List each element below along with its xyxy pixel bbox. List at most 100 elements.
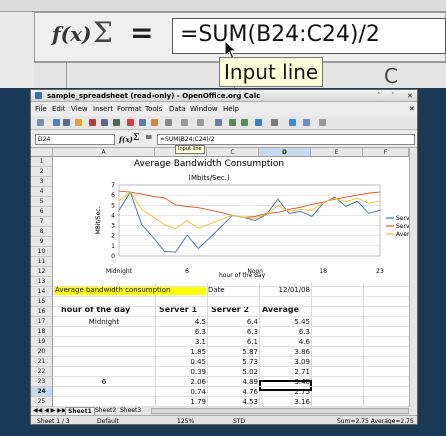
hyperlink-icon[interactable]	[215, 119, 222, 126]
redo-icon[interactable]	[197, 119, 204, 126]
row-header-12[interactable]: 12	[31, 267, 53, 277]
row-header-15[interactable]: 15	[31, 297, 53, 307]
row-header-5[interactable]: 5	[31, 197, 53, 207]
row-header-13[interactable]: 13	[31, 277, 53, 287]
paste-icon[interactable]	[151, 119, 158, 126]
row-header-16[interactable]: 16	[31, 307, 53, 317]
menu-help[interactable]: Help	[223, 103, 239, 115]
row-header-18[interactable]: 18	[31, 327, 53, 337]
row-header-2[interactable]: 2	[31, 167, 53, 177]
cell-b25[interactable]: 1.79	[156, 398, 206, 406]
menu-window[interactable]: Window	[190, 103, 218, 115]
menu-tools[interactable]: Tools	[145, 103, 162, 115]
function-wizard-small-icon[interactable]: f(x)	[119, 135, 133, 144]
cell-c24[interactable]: 4.76	[208, 388, 258, 396]
show-draw-icon[interactable]	[271, 119, 278, 126]
row-header-6[interactable]: 6	[31, 207, 53, 217]
cell-b18[interactable]: 6.3	[156, 328, 206, 336]
gallery-icon[interactable]	[303, 119, 310, 126]
chart-object[interactable]: Average Bandwidth Consumption (Mbits/Sec…	[54, 158, 409, 283]
select-all-corner[interactable]	[31, 148, 53, 157]
name-box[interactable]: D24	[35, 134, 115, 145]
copy-icon[interactable]	[139, 119, 146, 126]
clone-format-icon[interactable]	[165, 119, 172, 126]
cell-d25[interactable]: 3.16	[260, 398, 310, 406]
row-header-9[interactable]: 9	[31, 237, 53, 247]
menu-format[interactable]: Format	[117, 103, 142, 115]
close-window-icon[interactable]: ✕	[407, 90, 413, 102]
cell-a23[interactable]: 6	[54, 378, 154, 386]
cell-c19[interactable]: 6.1	[208, 338, 258, 346]
cell-c17[interactable]: 6.4	[208, 318, 258, 326]
close-document-icon[interactable]: ✕	[409, 103, 415, 115]
cell-c20[interactable]: 5.87	[208, 348, 258, 356]
col-header-a[interactable]: A	[53, 148, 155, 157]
navigator-icon[interactable]	[289, 119, 296, 126]
row-header-4[interactable]: 4	[31, 187, 53, 197]
row-header-7[interactable]: 7	[31, 217, 53, 227]
col-header-d[interactable]: D	[259, 148, 311, 157]
cell-b23[interactable]: 2.06	[156, 378, 206, 386]
cell-a14[interactable]: Average bandwidth consumption	[54, 286, 206, 295]
spreadsheet-grid[interactable]: A B C D E F 1234567891011121314151617181…	[31, 148, 417, 408]
row-header-21[interactable]: 21	[31, 357, 53, 367]
cell-c18[interactable]: 6.3	[208, 328, 258, 336]
sum-small-icon[interactable]: Σ	[133, 133, 139, 143]
cell-c25[interactable]: 4.53	[208, 398, 258, 406]
cell-c14[interactable]: Date	[208, 286, 225, 295]
cell-a17[interactable]: Midnight	[54, 318, 154, 326]
open-icon[interactable]	[53, 119, 60, 126]
undo-icon[interactable]	[181, 119, 188, 126]
col-header-c[interactable]: C	[207, 148, 259, 157]
cell-d17[interactable]: 5.45	[260, 318, 310, 326]
cut-icon[interactable]	[127, 119, 134, 126]
menu-file[interactable]: File	[35, 103, 47, 115]
menu-view[interactable]: View	[71, 103, 88, 115]
input-line[interactable]: =SUM(B24:C24)/2	[157, 134, 415, 145]
maximize-icon[interactable]: ˇ	[391, 90, 395, 102]
cell-c21[interactable]: 5.73	[208, 358, 258, 366]
menu-insert[interactable]: Insert	[93, 103, 113, 115]
row-header-17[interactable]: 17	[31, 317, 53, 327]
row-header-14[interactable]: 14	[31, 287, 53, 297]
row-header-10[interactable]: 10	[31, 247, 53, 257]
status-mode[interactable]: STD	[233, 416, 245, 424]
status-zoom[interactable]: 125%	[177, 416, 194, 424]
row-header-22[interactable]: 22	[31, 367, 53, 377]
export-pdf-icon[interactable]	[89, 119, 96, 126]
tab-sheet3[interactable]: Sheet3	[118, 407, 143, 415]
menu-edit[interactable]: Edit	[52, 103, 66, 115]
cell-b24[interactable]: 0.74	[156, 388, 206, 396]
cell-c22[interactable]: 5.02	[208, 368, 258, 376]
menu-data[interactable]: Data	[169, 103, 186, 115]
print-icon[interactable]	[101, 119, 108, 126]
cell-b22[interactable]: 0.39	[156, 368, 206, 376]
row-header-24[interactable]: 24	[31, 387, 53, 397]
row-header-25[interactable]: 25	[31, 397, 53, 407]
cell-d18[interactable]: 6.3	[260, 328, 310, 336]
help-icon[interactable]	[319, 119, 326, 126]
cell-d21[interactable]: 3.09	[260, 358, 310, 366]
edit-file-icon[interactable]	[75, 119, 82, 126]
tab-scroll-icons[interactable]: ◀◀ ◀ ▶ ▶▶	[33, 407, 66, 415]
chart-icon[interactable]	[255, 119, 262, 126]
cell-d14[interactable]: 12/01/08	[260, 286, 310, 295]
col-header-f[interactable]: F	[363, 148, 409, 157]
row-header-1[interactable]: 1	[31, 157, 53, 167]
row-header-8[interactable]: 8	[31, 227, 53, 237]
minimize-icon[interactable]: ˆ	[377, 90, 381, 102]
save-icon[interactable]	[63, 119, 70, 126]
row-header-20[interactable]: 20	[31, 347, 53, 357]
row-header-11[interactable]: 11	[31, 257, 53, 267]
spellcheck-icon[interactable]	[113, 119, 120, 126]
col-header-e[interactable]: E	[311, 148, 363, 157]
cell-c23[interactable]: 4.89	[208, 378, 258, 386]
cell-b21[interactable]: 0.45	[156, 358, 206, 366]
function-small-icon[interactable]: =	[145, 133, 153, 143]
cell-b17[interactable]: 4.5	[156, 318, 206, 326]
sum-icon[interactable]: Σ	[93, 16, 113, 49]
cell-d19[interactable]: 4.6	[260, 338, 310, 346]
new-doc-icon[interactable]	[37, 119, 44, 126]
cell-d20[interactable]: 3.86	[260, 348, 310, 356]
cell-b20[interactable]: 1.85	[156, 348, 206, 356]
